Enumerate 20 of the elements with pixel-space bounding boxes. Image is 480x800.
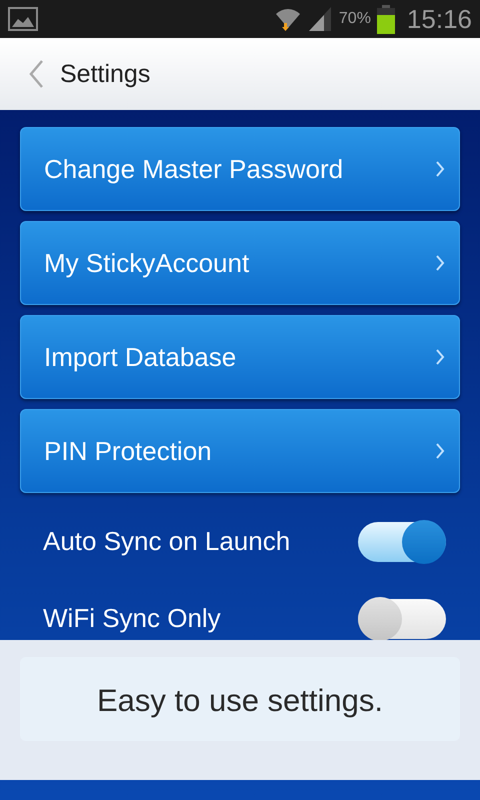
wifi-icon [274, 6, 301, 32]
toggle-switch[interactable] [358, 598, 446, 638]
clock: 15:16 [406, 4, 472, 34]
battery-icon [376, 4, 395, 34]
settings-item[interactable]: Change Master Password [20, 127, 460, 211]
page-title: Settings [60, 60, 150, 88]
settings-item[interactable]: PIN Protection [20, 409, 460, 493]
chevron-icon [435, 348, 445, 366]
chevron-icon [435, 442, 445, 460]
settings-item[interactable]: My StickyAccount [20, 221, 460, 305]
toggle-label: Auto Sync on Launch [43, 526, 290, 557]
signal-icon [306, 7, 333, 31]
picture-icon [8, 7, 38, 31]
chevron-icon [435, 160, 445, 178]
toggle-switch[interactable] [358, 522, 446, 562]
battery-percent: 70% [338, 10, 371, 28]
settings-item[interactable]: Import Database [20, 315, 460, 399]
chevron-icon [435, 254, 445, 272]
caption: Easy to use settings. [96, 683, 384, 719]
toggle-label: WiFi Sync Only [43, 603, 221, 634]
